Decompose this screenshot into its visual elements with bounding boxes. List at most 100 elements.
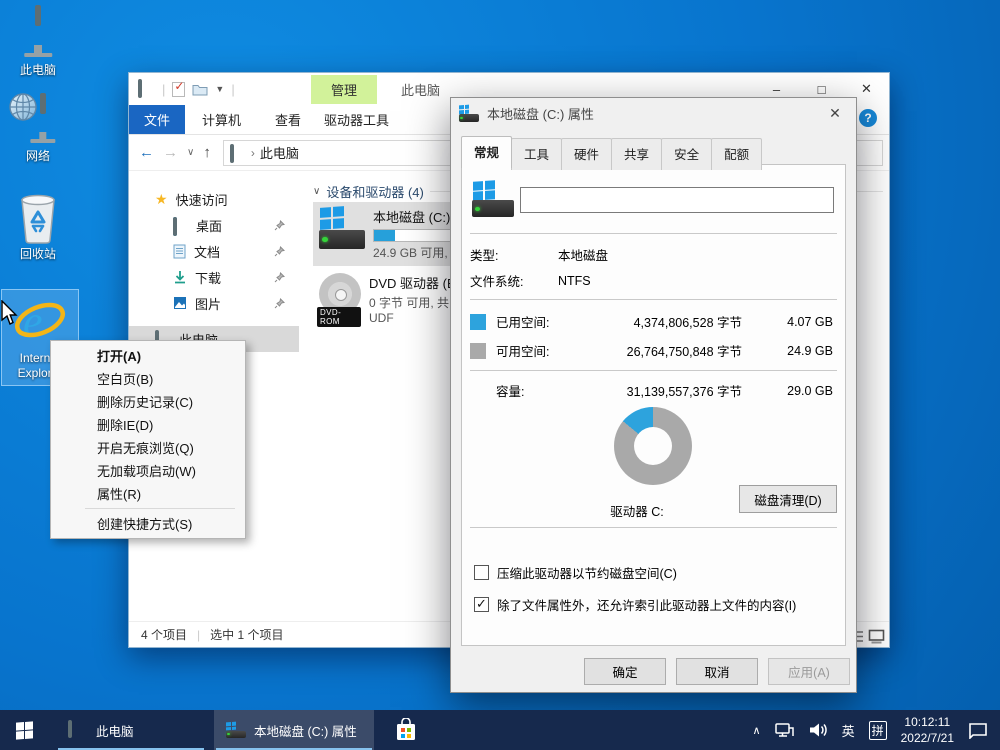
- dialog-tab-strip: 常规 工具 硬件 共享 安全 配额: [461, 138, 761, 170]
- sidebar-item-desktop[interactable]: 桌面: [129, 212, 299, 238]
- compress-checkbox[interactable]: [474, 565, 489, 580]
- taskbar-clock[interactable]: 10:12:11 2022/7/21: [901, 714, 954, 746]
- items-count: 4 个项目: [141, 626, 187, 643]
- type-row: 类型: 本地磁盘: [470, 245, 833, 264]
- sidebar-item-label: 文档: [194, 242, 220, 261]
- free-bytes: 26,764,750,848 字节: [574, 341, 742, 360]
- drive-icon-large: [472, 181, 514, 217]
- menu-item-delete-ie[interactable]: 删除IE(D): [51, 413, 245, 436]
- forward-icon[interactable]: →: [163, 144, 178, 161]
- tab-sharing[interactable]: 共享: [611, 138, 662, 170]
- tab-tools[interactable]: 工具: [511, 138, 562, 170]
- start-button[interactable]: [0, 710, 48, 750]
- free-space-row: 可用空间: 26,764,750,848 字节 24.9 GB: [470, 341, 833, 360]
- ok-button[interactable]: 确定: [584, 658, 666, 685]
- action-center-icon[interactable]: [968, 722, 988, 739]
- general-tab-page: 类型: 本地磁盘 文件系统: NTFS 已用空间: 4,374,806,528 …: [461, 164, 846, 646]
- back-icon[interactable]: ←: [139, 144, 154, 161]
- taskbar-task-properties[interactable]: 本地磁盘 (C:) 属性: [214, 710, 374, 750]
- desktop-icon-this-pc[interactable]: 此电脑: [0, 8, 76, 78]
- volume-icon[interactable]: [809, 722, 828, 738]
- ime-indicator[interactable]: 拼: [869, 721, 887, 740]
- filesystem-label: 文件系统:: [470, 271, 558, 290]
- chevron-down-icon: ∨: [313, 186, 320, 197]
- ribbon-contextual-group[interactable]: 管理: [311, 75, 377, 104]
- tab-security[interactable]: 安全: [661, 138, 712, 170]
- selected-count: 选中 1 个项目: [210, 626, 283, 643]
- dialog-titlebar: 本地磁盘 (C:) 属性 ✕: [451, 98, 856, 128]
- desktop-icon-network[interactable]: 网络: [0, 96, 76, 164]
- mouse-cursor: [0, 300, 18, 326]
- document-icon: [173, 244, 186, 259]
- help-icon[interactable]: ?: [859, 109, 877, 127]
- qat-customize-icon[interactable]: ▼: [215, 84, 224, 94]
- sidebar-item-pictures[interactable]: 图片: [129, 290, 299, 316]
- up-icon[interactable]: ↑: [203, 144, 211, 161]
- breadcrumb-chevron-icon: ›: [251, 146, 255, 160]
- tab-quota[interactable]: 配额: [711, 138, 762, 170]
- menu-item-create-shortcut[interactable]: 创建快捷方式(S): [51, 512, 245, 535]
- capacity-size: 29.0 GB: [742, 384, 833, 398]
- menu-item-no-addons[interactable]: 无加载项启动(W): [51, 459, 245, 482]
- sidebar-item-downloads[interactable]: 下载: [129, 264, 299, 290]
- drive-caption-row: 驱动器 C:: [582, 501, 692, 520]
- cancel-button[interactable]: 取消: [676, 658, 758, 685]
- task-label: 此电脑: [96, 721, 134, 740]
- index-checkbox-row[interactable]: 除了文件属性外，还允许索引此驱动器上文件的内容(I): [474, 595, 796, 614]
- pin-icon: [274, 298, 285, 309]
- ribbon-tab-computer[interactable]: 计算机: [185, 105, 258, 134]
- qat-new-folder-icon[interactable]: [192, 83, 208, 96]
- desktop-icon-label: 网络: [0, 149, 76, 164]
- taskbar: 此电脑 本地磁盘 (C:) 属性 ∧ 英 拼 10:12:11: [0, 710, 1000, 750]
- menu-item-inprivate[interactable]: 开启无痕浏览(Q): [51, 436, 245, 459]
- properties-dialog: 本地磁盘 (C:) 属性 ✕ 常规 工具 硬件 共享 安全 配额 类型: 本地磁…: [450, 97, 857, 693]
- taskbar-store-button[interactable]: [382, 710, 430, 750]
- language-indicator[interactable]: 英: [842, 721, 855, 740]
- ribbon-tab-file[interactable]: 文件: [129, 105, 185, 134]
- tab-hardware[interactable]: 硬件: [561, 138, 612, 170]
- tab-general[interactable]: 常规: [461, 136, 512, 168]
- drive-name: 本地磁盘 (C:): [373, 210, 450, 225]
- used-label: 已用空间:: [496, 312, 574, 331]
- sidebar-item-label: 图片: [195, 294, 221, 313]
- taskbar-task-this-pc[interactable]: 此电脑: [56, 710, 206, 750]
- volume-label-input[interactable]: [520, 187, 834, 213]
- compress-checkbox-row[interactable]: 压缩此驱动器以节约磁盘空间(C): [474, 563, 677, 582]
- capacity-bar-fill: [374, 230, 395, 241]
- tray-chevron-up-icon[interactable]: ∧: [753, 724, 761, 737]
- dialog-close-icon[interactable]: ✕: [814, 98, 856, 128]
- qat-properties-icon[interactable]: ✓: [172, 82, 185, 97]
- explorer-window-title: 此电脑: [401, 73, 440, 105]
- used-space-row: 已用空间: 4,374,806,528 字节 4.07 GB: [470, 312, 833, 331]
- qat-separator: |: [162, 82, 165, 97]
- download-icon: [173, 270, 187, 285]
- used-color-chip: [470, 314, 486, 330]
- group-header-label: 设备和驱动器 (4): [326, 182, 424, 201]
- disk-cleanup-button[interactable]: 磁盘清理(D): [739, 485, 837, 513]
- breadcrumb[interactable]: 此电脑: [260, 143, 299, 162]
- pin-icon: [274, 272, 285, 283]
- dialog-title: 本地磁盘 (C:) 属性: [487, 104, 594, 123]
- menu-item-delete-history[interactable]: 删除历史记录(C): [51, 390, 245, 413]
- sidebar-item-quick-access[interactable]: ★ 快速访问: [129, 186, 299, 212]
- pin-icon: [274, 220, 285, 231]
- index-checkbox[interactable]: [474, 597, 489, 612]
- free-color-chip: [470, 343, 486, 359]
- menu-item-open[interactable]: 打开(A): [51, 344, 245, 367]
- used-bytes: 4,374,806,528 字节: [574, 312, 742, 331]
- network-tray-icon[interactable]: [775, 722, 795, 738]
- clock-time: 10:12:11: [901, 714, 954, 730]
- drive-caption: 驱动器 C:: [610, 501, 663, 520]
- thumbnail-view-icon[interactable]: [868, 629, 885, 644]
- history-dropdown-icon[interactable]: ∨: [187, 147, 194, 158]
- menu-item-properties[interactable]: 属性(R): [51, 482, 245, 505]
- desktop-icon-recycle-bin[interactable]: 回收站: [0, 190, 76, 262]
- free-size: 24.9 GB: [742, 344, 833, 358]
- dialog-drive-icon: [459, 105, 479, 122]
- windows-logo-icon: [16, 721, 33, 739]
- ribbon-tab-drive-tools[interactable]: 驱动器工具: [307, 105, 406, 134]
- sidebar-item-label: 下载: [195, 268, 221, 287]
- menu-item-blank-page[interactable]: 空白页(B): [51, 367, 245, 390]
- sidebar-item-label: 快速访问: [176, 190, 228, 209]
- sidebar-item-documents[interactable]: 文档: [129, 238, 299, 264]
